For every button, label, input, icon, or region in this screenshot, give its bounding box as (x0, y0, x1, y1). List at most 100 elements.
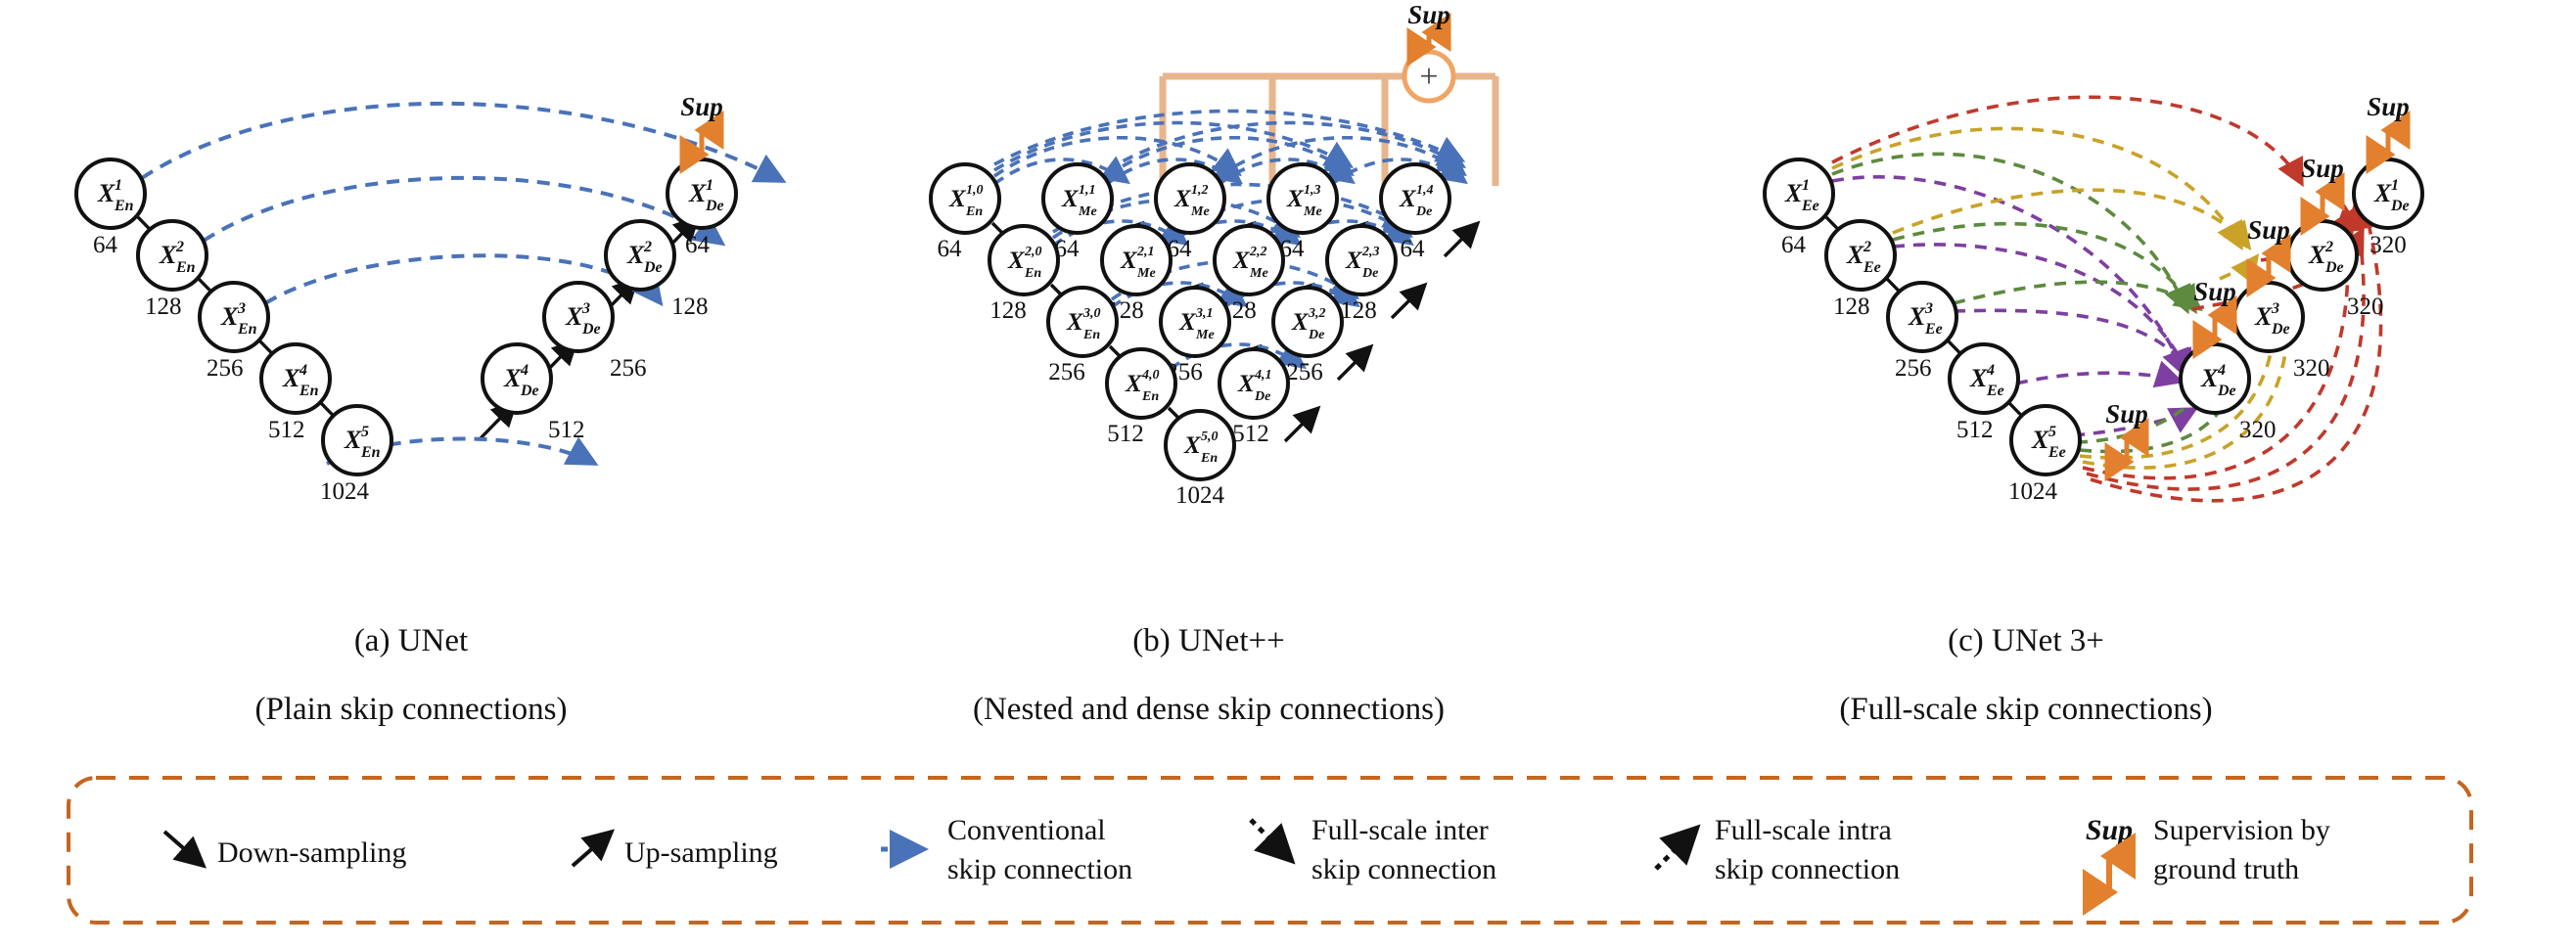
legend-label-up-sampling: Up-sampling (624, 836, 778, 869)
svg-text:X: X (282, 364, 300, 392)
node-b-X-En-1-0[interactable]: X 1,0 En 64 (929, 162, 1001, 262)
node-c-X-Ee-4[interactable]: X 4 Ee 512 (1948, 342, 2020, 443)
node-a-X-En-1[interactable]: X 1 En 64 (74, 158, 147, 258)
svg-text:X: X (1908, 302, 1926, 331)
node-c-X-De-1-sup: 1 (2391, 177, 2399, 194)
node-c-X-Ee-1[interactable]: X 1 Ee 64 (1763, 158, 1835, 258)
node-b-X-Me-2-2-sub: Me (1249, 266, 1268, 281)
node-b-X-De-3-2-channels: 256 (1286, 359, 1323, 385)
svg-text:X: X (344, 426, 362, 454)
panel-c-sup-label-2: Sup (2301, 154, 2344, 183)
node-c-X-De-4[interactable]: X 4 De 320 (2179, 342, 2277, 443)
svg-text:X: X (1399, 186, 1417, 212)
node-b-X-Me-1-1-sup: 1,1 (1079, 183, 1096, 198)
svg-text:X: X (1846, 241, 1864, 269)
node-b-X-En-1-0-channels: 64 (938, 236, 963, 262)
node-c-X-Ee-3[interactable]: X 3 Ee 256 (1886, 281, 1958, 382)
svg-text:X: X (1007, 248, 1026, 274)
node-a-X-En-5-sub: En (360, 444, 381, 461)
node-c-X-De-1[interactable]: X 1 De 320 (2352, 158, 2424, 258)
node-b-X-Me-1-3-sup: 1,3 (1304, 183, 1321, 198)
node-a-X-De-1-sup: 1 (706, 177, 713, 194)
node-b-X-En-2-0[interactable]: X 2,0 En 128 (988, 224, 1060, 324)
node-a-X-En-3-sup: 3 (237, 300, 246, 317)
svg-text:X: X (1066, 309, 1084, 336)
legend-label-supervision-1: Supervision by (2153, 814, 2330, 846)
panel-b-unetpp: + Sup X 1,0 En 64 X 1,1 Me 64 X 1,2 Me 6… (929, 0, 1499, 509)
node-c-X-De-1-channels: 320 (2369, 232, 2407, 258)
node-b-X-Me-3-1-sub: Me (1195, 328, 1215, 342)
node-c-X-Ee-2-sup: 2 (1863, 239, 1871, 255)
svg-text:X: X (1232, 248, 1251, 274)
node-a-X-En-4[interactable]: X 4 En 512 (259, 342, 332, 443)
node-b-X-En-5-0[interactable]: X 5,0 En 1024 (1164, 409, 1236, 509)
node-b-X-Me-3-1-sup: 3,1 (1195, 306, 1214, 321)
svg-text:X: X (2308, 241, 2326, 269)
node-c-X-Ee-4-sup: 4 (1986, 362, 1995, 379)
node-a-X-De-4-channels: 512 (548, 417, 585, 443)
node-a-X-En-5[interactable]: X 5 En 1024 (320, 404, 393, 505)
svg-text:X: X (948, 186, 967, 212)
node-b-X-De-3-2-sub: De (1308, 328, 1324, 342)
legend-sup-tag: Sup (2086, 814, 2133, 846)
node-a-X-De-2-sup: 2 (643, 239, 652, 255)
panel-b-sup-label: Sup (1407, 0, 1450, 29)
svg-text:X: X (503, 364, 522, 392)
node-c-X-Ee-2[interactable]: X 2 Ee 128 (1824, 219, 1897, 320)
node-b-X-En-5-0-channels: 1024 (1175, 482, 1225, 509)
node-b-X-En-5-0-sub: En (1200, 451, 1218, 466)
panel-c-supervision-1: Sup (2366, 92, 2411, 174)
node-a-X-De-1[interactable]: X 1 De 64 (666, 158, 738, 258)
node-a-X-En-3[interactable]: X 3 En 256 (198, 281, 270, 382)
node-a-X-De-2-channels: 128 (671, 294, 709, 320)
node-b-X-De-4-1-sup: 4,1 (1254, 368, 1272, 383)
svg-text:X: X (688, 179, 707, 207)
node-b-X-En-1-0-sub: En (965, 204, 983, 219)
node-c-X-Ee-5-sub: Ee (2047, 444, 2066, 461)
node-b-X-En-4-0-sup: 4,0 (1141, 368, 1160, 383)
node-b-X-En-3-0[interactable]: X 3,0 En 256 (1046, 286, 1119, 385)
node-c-X-Ee-2-channels: 128 (1833, 294, 1870, 320)
node-a-X-En-2-sup: 2 (175, 239, 184, 255)
node-b-X-En-1-0-sup: 1,0 (966, 183, 984, 198)
node-a-X-De-1-channels: 64 (685, 232, 711, 258)
node-c-X-De-2-channels: 320 (2347, 294, 2384, 320)
svg-text:X: X (626, 241, 645, 269)
node-a-X-En-2[interactable]: X 2 En 128 (136, 219, 208, 320)
caption-a-line1: (a) UNet (354, 623, 468, 658)
caption-b-line2: (Nested and dense skip connections) (973, 692, 1445, 727)
panel-c-sup-label-4: Sup (2193, 277, 2236, 306)
node-a-X-De-4[interactable]: X 4 De 512 (481, 342, 585, 443)
node-b-X-En-4-0[interactable]: X 4,0 En 512 (1105, 347, 1177, 447)
node-c-X-Ee-5-sup: 5 (2048, 424, 2056, 440)
panel-b-nodes: X 1,0 En 64 X 1,1 Me 64 X 1,2 Me 64 X 1,… (929, 162, 1451, 509)
node-b-X-De-3-2-sup: 3,2 (1308, 306, 1326, 321)
node-c-X-Ee-5[interactable]: X 5 Ee 1024 (2008, 404, 2082, 505)
panel-a-supervision: Sup (679, 92, 724, 174)
node-b-X-Me-2-1-sup: 2,1 (1136, 245, 1155, 259)
svg-text:X: X (1061, 186, 1080, 212)
node-a-X-En-1-sup: 1 (115, 177, 122, 194)
node-a-X-En-2-channels: 128 (145, 294, 182, 320)
panel-c-supervision-3: Sup (2246, 215, 2291, 297)
node-a-X-De-3[interactable]: X 3 De 256 (542, 281, 647, 382)
node-c-X-Ee-3-sup: 3 (1924, 300, 1933, 317)
node-b-X-De-2-3-sup: 2,3 (1361, 245, 1380, 259)
node-b-X-Me-2-2-sup: 2,2 (1249, 245, 1267, 259)
node-c-X-Ee-4-channels: 512 (1956, 417, 1994, 443)
svg-text:X: X (1183, 432, 1202, 459)
node-b-X-Me-1-2-sub: Me (1190, 204, 1210, 219)
legend-label-inter-skip-1: Full-scale inter (1311, 814, 1489, 846)
figure-canvas: X 1 En 64 X 2 En 128 X 3 En 256 X 4 En 5… (67, 0, 2473, 925)
node-a-X-De-1-sub: De (705, 198, 724, 214)
svg-text:X: X (2200, 364, 2219, 392)
legend-box: Down-sampling Up-sampling Conventional s… (67, 776, 2473, 925)
svg-text:X: X (565, 302, 583, 331)
node-b-X-En-5-0-sup: 5,0 (1201, 429, 1219, 444)
node-a-X-En-3-sub: En (237, 321, 257, 338)
panel-b-aggregator[interactable]: + Sup (1402, 0, 1456, 104)
svg-text:X: X (1178, 309, 1197, 336)
node-a-X-En-5-sup: 5 (361, 424, 369, 440)
legend-label-supervision-2: ground truth (2153, 853, 2299, 885)
svg-text:X: X (1237, 371, 1256, 397)
